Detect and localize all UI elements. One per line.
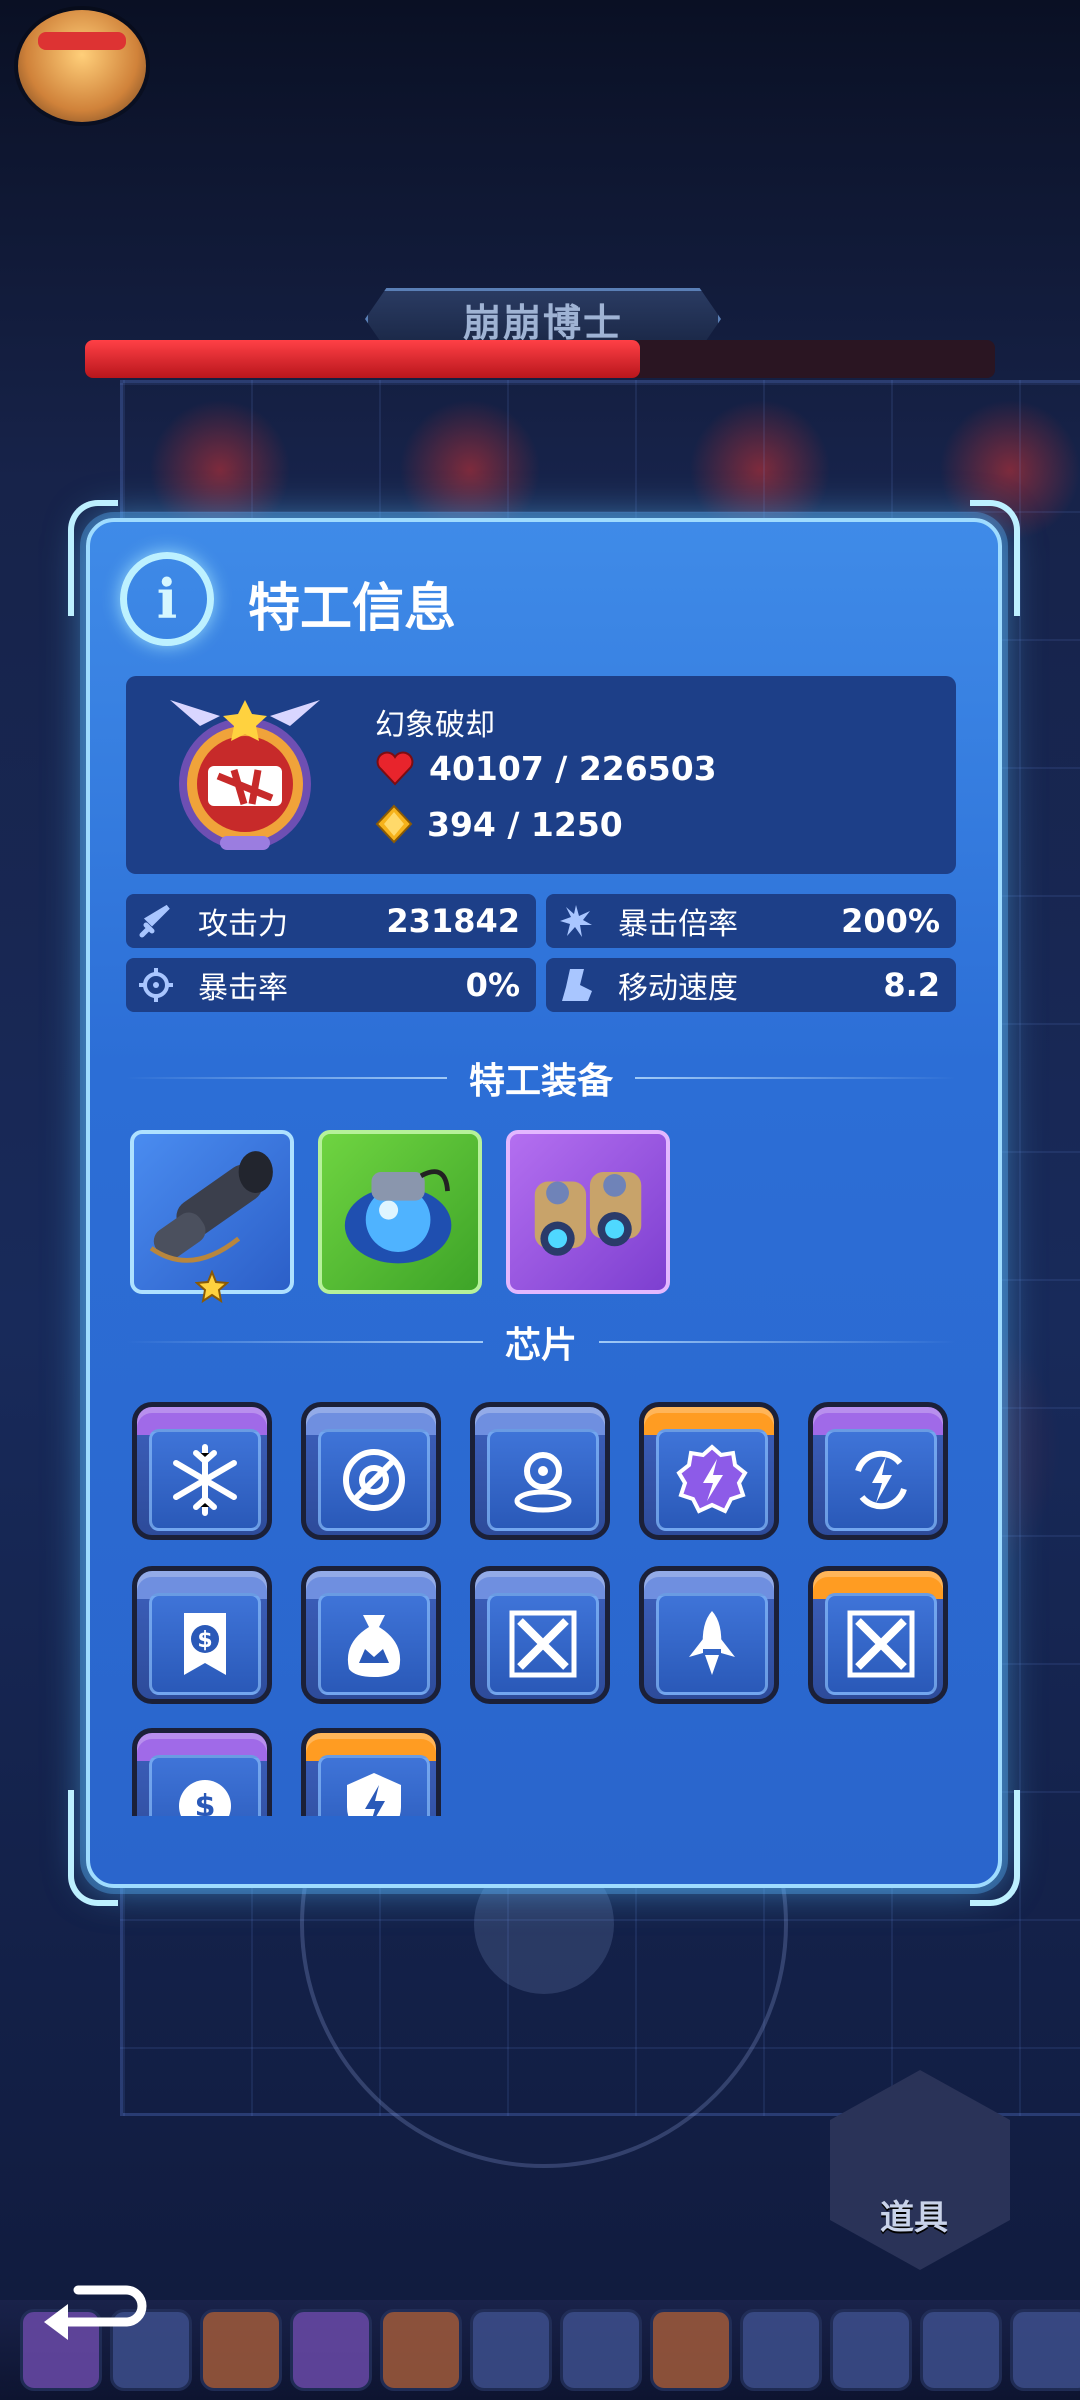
boss-hp-bar xyxy=(85,340,995,378)
chip-slot[interactable] xyxy=(808,1566,948,1704)
stat-value: 0% xyxy=(465,966,520,1004)
frame-corner xyxy=(970,500,1020,616)
chip-slot[interactable] xyxy=(639,1566,779,1704)
boot-icon xyxy=(562,969,592,1001)
lightning-cycle-icon xyxy=(855,1450,907,1510)
rocket-icon xyxy=(689,1611,735,1675)
stat-value: 8.2 xyxy=(883,966,940,1004)
stat-label: 暴击率 xyxy=(198,971,288,1006)
chip-slot[interactable] xyxy=(470,1402,610,1540)
bottom-chip[interactable] xyxy=(200,2309,282,2391)
bottom-chip-bar xyxy=(0,2300,1080,2400)
back-arrow-icon[interactable] xyxy=(38,2270,148,2340)
player-avatar[interactable] xyxy=(18,10,146,122)
bottom-chip[interactable] xyxy=(290,2309,372,2391)
hp-current: 40107 xyxy=(429,748,544,788)
chip-slot[interactable] xyxy=(301,1728,441,1816)
section-title: 芯片 xyxy=(505,1325,578,1366)
heart-icon xyxy=(376,751,414,786)
chip-slot[interactable] xyxy=(470,1566,610,1704)
stat-label: 移动速度 xyxy=(618,971,738,1006)
stat-crit-rate: 暴击率 0% xyxy=(126,958,536,1012)
frame-corner xyxy=(68,1790,118,1906)
chip-slot[interactable] xyxy=(301,1566,441,1704)
stat-move-speed: 移动速度 8.2 xyxy=(546,958,956,1012)
info-icon: i xyxy=(120,552,214,646)
bottom-chip[interactable] xyxy=(1010,2309,1080,2391)
bottom-chip[interactable] xyxy=(650,2309,732,2391)
jet-boots-icon xyxy=(534,1172,642,1256)
energy-current: 394 xyxy=(427,804,496,844)
agent-emblem-icon xyxy=(170,700,320,850)
chips-section-header: 芯片 xyxy=(126,1320,957,1366)
money-bag-icon xyxy=(347,1615,401,1677)
snowflake-icon xyxy=(173,1444,237,1516)
agent-energy: 394 / 1250 xyxy=(375,804,623,844)
target-beacon-icon xyxy=(514,1452,572,1513)
stat-value: 231842 xyxy=(386,902,520,940)
dollar-burst-icon: $ xyxy=(179,1780,231,1816)
cross-blades-icon xyxy=(509,1610,577,1678)
agent-name: 幻象破却 xyxy=(375,708,495,743)
section-title: 特工装备 xyxy=(469,1061,614,1102)
lightning-shield-icon xyxy=(347,1773,401,1816)
bottom-chip[interactable] xyxy=(380,2309,462,2391)
stat-label: 暴击倍率 xyxy=(618,907,738,942)
chip-scroll-clip: $ xyxy=(120,1720,520,1816)
stat-label: 攻击力 xyxy=(198,907,288,942)
chip-slot[interactable]: $ xyxy=(132,1566,272,1704)
no-gear-icon xyxy=(343,1449,405,1511)
boss-hp-fill xyxy=(85,340,641,378)
chip-slot[interactable] xyxy=(301,1402,441,1540)
agent-hp: 40107 / 226503 xyxy=(375,748,717,788)
stat-crit-multiplier: 暴击倍率 200% xyxy=(546,894,956,948)
equipment-slot-3[interactable] xyxy=(506,1130,670,1294)
frame-corner xyxy=(68,500,118,616)
item-button-label: 道具 xyxy=(880,2198,948,2238)
orb-device-icon xyxy=(344,1169,452,1264)
svg-text:$: $ xyxy=(195,1789,216,1816)
chip-slot[interactable] xyxy=(808,1402,948,1540)
equipment-slot-2[interactable] xyxy=(318,1130,482,1294)
star-icon xyxy=(195,1270,229,1304)
sword-icon xyxy=(139,904,170,938)
bottom-chip[interactable] xyxy=(830,2309,912,2391)
chip-slot[interactable]: $ xyxy=(132,1728,272,1816)
bottom-chip[interactable] xyxy=(920,2309,1002,2391)
burst-icon xyxy=(560,905,592,937)
bottom-chip[interactable] xyxy=(740,2309,822,2391)
cross-blades-icon xyxy=(847,1610,915,1678)
chip-slot[interactable] xyxy=(132,1402,272,1540)
lightning-gear-icon xyxy=(676,1444,748,1514)
dollar-ribbon-icon: $ xyxy=(184,1613,226,1675)
energy-gem-icon xyxy=(375,804,413,844)
crosshair-icon xyxy=(139,968,173,1002)
dialog-title: 特工信息 xyxy=(248,579,457,639)
chip-slot[interactable] xyxy=(639,1402,779,1540)
bottom-chip[interactable] xyxy=(560,2309,642,2391)
energy-max: 1250 xyxy=(530,804,623,844)
cannon-icon xyxy=(149,1151,273,1263)
stat-value: 200% xyxy=(841,902,940,940)
hp-max: 226503 xyxy=(578,748,717,788)
boss-name: 崩崩博士 xyxy=(462,300,623,345)
equipment-section-header: 特工装备 xyxy=(126,1056,957,1102)
svg-text:$: $ xyxy=(197,1628,212,1653)
stat-attack: 攻击力 231842 xyxy=(126,894,536,948)
bottom-chip[interactable] xyxy=(470,2309,552,2391)
frame-corner xyxy=(970,1790,1020,1906)
